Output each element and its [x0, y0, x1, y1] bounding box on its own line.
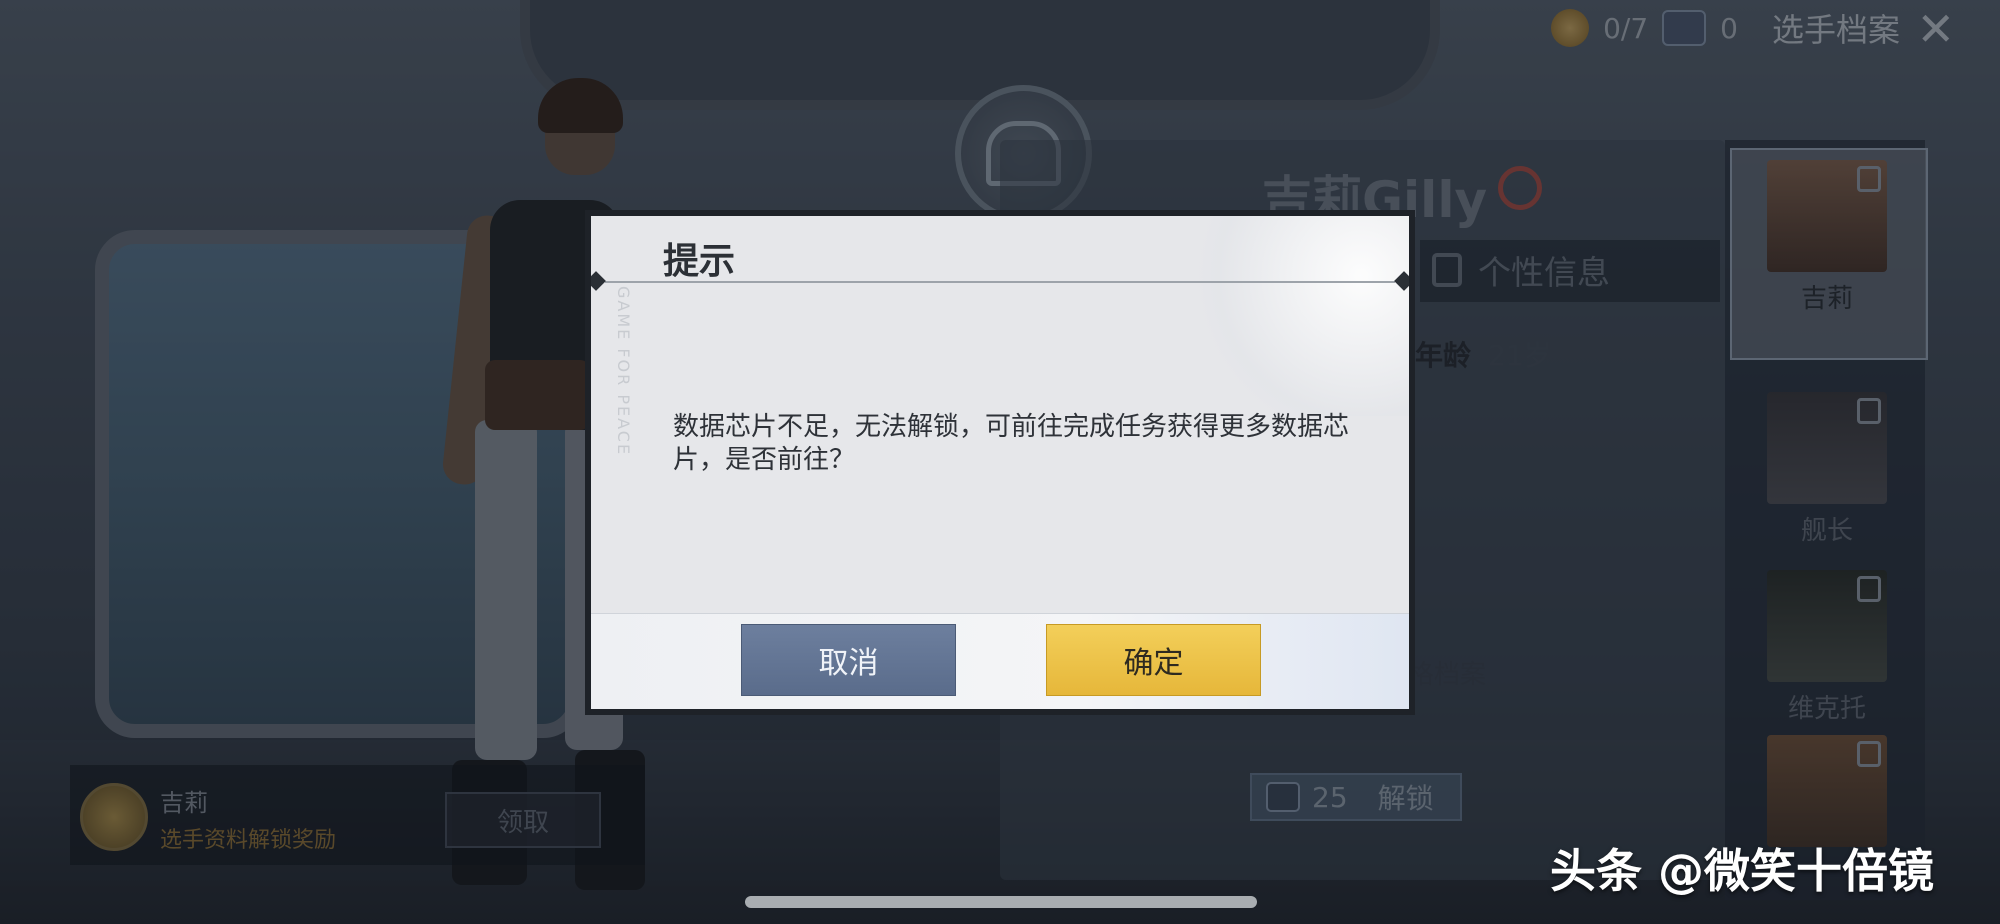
- dialog-decoration: [1169, 216, 1409, 416]
- confirm-button[interactable]: 确定: [1046, 624, 1261, 696]
- dialog-message: 数据芯片不足，无法解锁，可前往完成任务获得更多数据芯片，是否前往？: [673, 412, 1350, 475]
- dialog-divider: [605, 281, 1395, 283]
- dialog-footer: 取消 确定: [591, 613, 1409, 709]
- dialog-side-text: GAME FOR PEACE: [614, 286, 633, 457]
- home-indicator[interactable]: [745, 896, 1257, 908]
- dialog-title: 提示: [663, 241, 736, 282]
- prompt-dialog: GAME FOR PEACE 提示 数据芯片不足，无法解锁，可前往完成任务获得更…: [585, 210, 1415, 715]
- cancel-button[interactable]: 取消: [741, 624, 956, 696]
- watermark: 头条 @微笑十倍镜: [1550, 844, 1935, 898]
